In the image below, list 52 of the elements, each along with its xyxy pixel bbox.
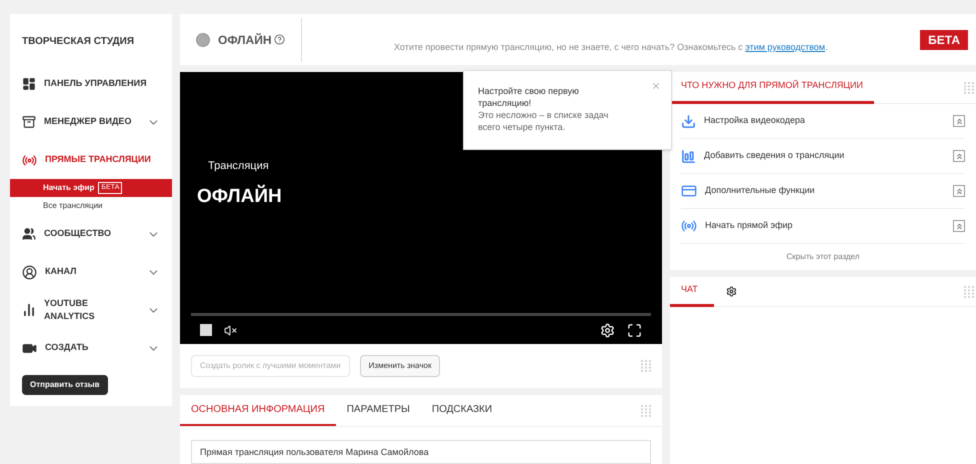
checklist-item[interactable]: Дополнительные функции <box>681 174 965 209</box>
mute-icon[interactable] <box>224 324 237 336</box>
info-tab[interactable]: ПОДСКАЗКИ <box>420 394 504 426</box>
bar-chart-icon <box>22 303 36 317</box>
drag-handle-icon[interactable] <box>641 404 651 416</box>
close-icon[interactable] <box>651 81 661 91</box>
drag-handle-icon[interactable] <box>964 82 974 94</box>
collapse-icon[interactable] <box>953 220 965 232</box>
tooltip-title: Настройте свою первую трансляцию! <box>478 85 580 109</box>
collapse-icon[interactable] <box>953 150 965 162</box>
feedback-button[interactable]: Отправить отзыв <box>22 375 108 395</box>
sidebar-item[interactable]: ПАНЕЛЬ УПРАВЛЕНИЯ <box>10 65 172 103</box>
beta-badge: БЕТА <box>920 30 968 50</box>
sidebar-item[interactable]: СООБЩЕСТВО <box>10 215 172 253</box>
tooltip-body: Это несложно – в списке задач всего четыре пункта. <box>478 109 610 133</box>
checklist-item[interactable]: Настройка видеокодера <box>681 104 965 139</box>
action-button[interactable]: Изменить значок <box>360 355 440 377</box>
chart-icon <box>681 148 696 164</box>
broadcast-icon <box>681 218 697 234</box>
sidebar-item[interactable]: ПРЯМЫЕ ТРАНСЛЯЦИИ <box>10 141 172 179</box>
collapse-icon[interactable] <box>953 115 965 127</box>
guide-hint: Хотите провести прямую трансляцию, но не знаете, с чего начать? Ознакомьтесь с этим руководством. <box>394 40 828 54</box>
info-tab[interactable]: ПАРАМЕТРЫ <box>336 394 421 426</box>
settings-icon[interactable] <box>726 286 737 297</box>
info-tab[interactable]: ОСНОВНАЯ ИНФОРМАЦИЯ <box>180 394 336 426</box>
studio-title: ТВОРЧЕСКАЯ СТУДИЯ <box>21 35 136 49</box>
card-icon <box>681 183 697 199</box>
sidebar-item[interactable]: КАНАЛ <box>10 253 172 291</box>
broadcast-icon <box>22 152 37 168</box>
chat-tab[interactable]: ЧАТ <box>670 276 714 306</box>
title-field[interactable]: Прямая трансляция пользователя Марина Самойлова <box>191 440 651 464</box>
sidebar-item[interactable]: YOUTUBE ANALYTICS <box>10 291 172 329</box>
sidebar-subitem[interactable]: Все трансляции <box>10 197 172 215</box>
download-icon <box>681 114 696 128</box>
help-icon[interactable] <box>274 34 284 45</box>
checklist-item[interactable]: Начать прямой эфир <box>681 209 965 244</box>
status-label: ОФЛАЙН <box>218 32 272 48</box>
drag-handle-icon[interactable] <box>641 360 651 372</box>
hide-section-link[interactable]: Скрыть этот раздел <box>786 251 860 263</box>
people-icon <box>22 227 36 241</box>
fullscreen-icon[interactable] <box>627 322 642 338</box>
sidebar-item[interactable]: МЕНЕДЖЕР ВИДЕО <box>10 103 172 141</box>
player-label: Трансляция <box>207 159 270 174</box>
checklist-item[interactable]: Добавить сведения о трансляции <box>681 139 965 174</box>
sidebar-item[interactable]: СОЗДАТЬ <box>10 329 172 367</box>
user-icon <box>22 264 37 280</box>
guide-link[interactable]: этим руководством <box>745 42 826 52</box>
player-status: ОФЛАЙН <box>197 184 283 208</box>
dashboard-icon <box>22 77 36 91</box>
drawer-icon <box>22 115 36 129</box>
drag-handle-icon[interactable] <box>964 286 974 298</box>
collapse-icon[interactable] <box>953 185 965 197</box>
